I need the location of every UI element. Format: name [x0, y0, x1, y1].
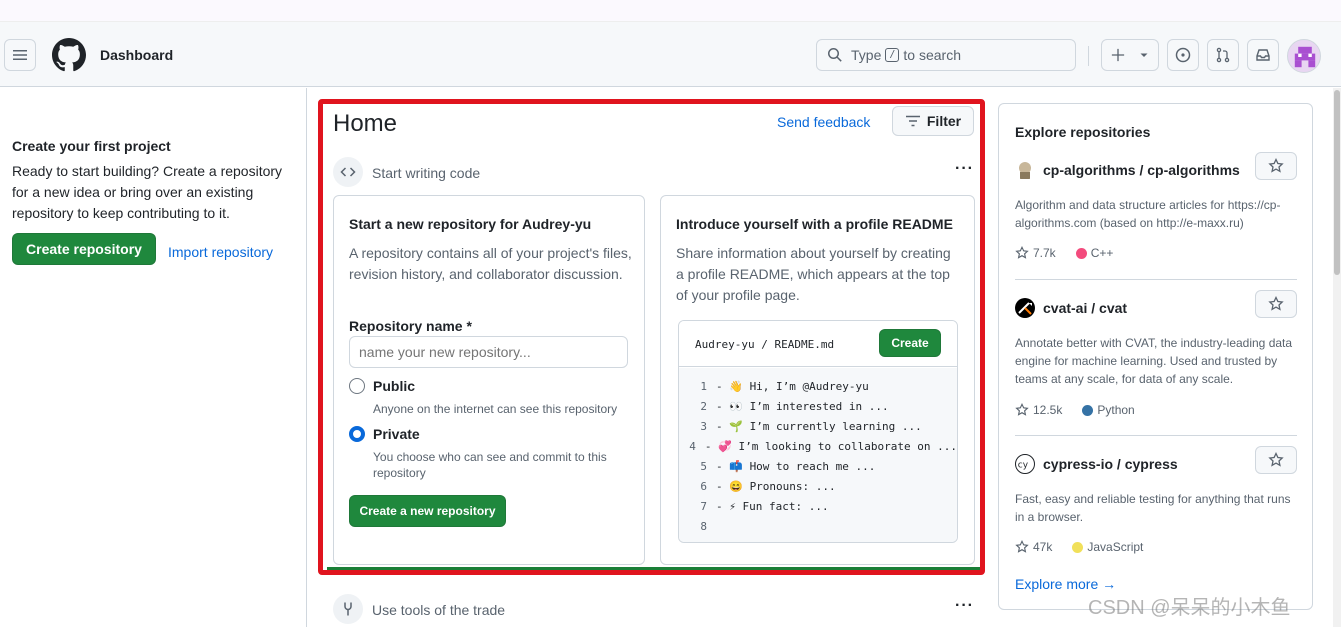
- search-shortcut-key: /: [885, 48, 900, 62]
- scrollbar-thumb[interactable]: [1334, 90, 1340, 275]
- star-icon: [1268, 296, 1284, 311]
- repo-meta: 7.7k C++: [1015, 246, 1113, 260]
- chevron-down-icon: [1140, 53, 1148, 57]
- create-repository-button[interactable]: Create repository: [12, 233, 156, 265]
- search-prefix: Type: [851, 47, 882, 63]
- tools-icon: [344, 602, 352, 616]
- repo-meta: 12.5k Python: [1015, 403, 1135, 417]
- repo-owner-avatar-icon: [1015, 160, 1035, 180]
- page-scrollbar[interactable]: [1333, 88, 1341, 627]
- explore-title: Explore repositories: [1015, 124, 1151, 140]
- repo-stars[interactable]: 12.5k: [1033, 403, 1062, 417]
- repo-language: C++: [1090, 246, 1114, 260]
- menu-icon: [13, 50, 27, 60]
- left-sidebar: Create your first project Ready to start…: [0, 88, 307, 627]
- repo-meta: 47k JavaScript: [1015, 540, 1143, 554]
- create-new-button[interactable]: [1101, 39, 1159, 71]
- search-input[interactable]: Type / to search: [816, 39, 1076, 71]
- search-icon: [828, 48, 842, 62]
- language-color-dot: [1075, 247, 1087, 259]
- inbox-button[interactable]: [1247, 39, 1279, 71]
- language-color-dot: [1082, 404, 1094, 416]
- first-project-text: Ready to start building? Create a reposi…: [12, 163, 283, 221]
- watermark: CSDN @呆呆的小木鱼: [1088, 597, 1291, 619]
- repo-description: Fast, easy and reliable testing for anyt…: [1015, 492, 1291, 524]
- star-button[interactable]: [1255, 152, 1297, 180]
- star-icon: [1015, 403, 1029, 416]
- star-button[interactable]: [1255, 290, 1297, 318]
- inbox-icon: [1256, 49, 1270, 61]
- header-divider: [1088, 46, 1089, 66]
- language-color-dot: [1072, 541, 1084, 553]
- section-use-tools: Use tools of the trade: [372, 602, 506, 618]
- pull-request-icon: [1216, 47, 1230, 63]
- repo-description: Algorithm and data structure articles fo…: [1015, 198, 1281, 230]
- section2-more-button[interactable]: ···: [955, 597, 974, 615]
- github-logo-icon[interactable]: [52, 38, 86, 72]
- avatar-identicon-icon: [1294, 46, 1316, 68]
- browser-top-strip: [0, 0, 1341, 22]
- star-icon: [1268, 452, 1284, 467]
- repo-link[interactable]: cvat-ai / cvat: [1043, 300, 1127, 316]
- svg-text:cy: cy: [1018, 461, 1029, 471]
- repo-stars[interactable]: 47k: [1033, 540, 1052, 554]
- issue-icon: [1175, 47, 1191, 63]
- star-icon: [1015, 246, 1029, 259]
- tools-section-icon-wrap: [333, 594, 363, 624]
- explore-repositories-card: Explore repositories cp-algorithms / cp-…: [998, 103, 1313, 610]
- first-project-title: Create your first project: [12, 138, 171, 154]
- repo-owner-avatar-icon: [1015, 298, 1035, 318]
- star-icon: [1015, 540, 1029, 553]
- search-suffix: to search: [903, 47, 961, 63]
- page-title[interactable]: Dashboard: [100, 47, 173, 63]
- global-header: Dashboard Type / to search: [0, 22, 1341, 87]
- repo-language: JavaScript: [1087, 540, 1144, 554]
- menu-button[interactable]: [4, 39, 36, 71]
- repo-description: Annotate better with CVAT, the industry-…: [1015, 336, 1293, 386]
- pull-requests-button[interactable]: [1207, 39, 1239, 71]
- repo-divider: [1015, 279, 1297, 280]
- repo-link[interactable]: cp-algorithms / cp-algorithms: [1043, 162, 1240, 178]
- highlight-red-frame: [318, 99, 985, 575]
- star-icon: [1268, 158, 1284, 173]
- repo-stars[interactable]: 7.7k: [1033, 246, 1056, 260]
- explore-more-link[interactable]: Explore more →: [1015, 576, 1116, 592]
- repo-owner-avatar-icon: cy: [1015, 454, 1035, 474]
- issues-button[interactable]: [1167, 39, 1199, 71]
- plus-icon: [1111, 48, 1125, 62]
- repo-link[interactable]: cypress-io / cypress: [1043, 456, 1178, 472]
- star-button[interactable]: [1255, 446, 1297, 474]
- repo-divider: [1015, 435, 1297, 436]
- repo-language: Python: [1097, 403, 1135, 417]
- user-avatar[interactable]: [1287, 39, 1321, 73]
- import-repository-link[interactable]: Import repository: [168, 244, 273, 260]
